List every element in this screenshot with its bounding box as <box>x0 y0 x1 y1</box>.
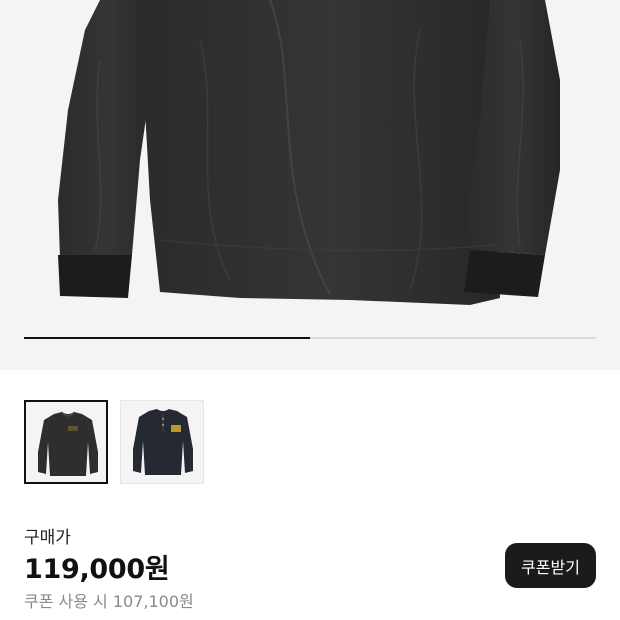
thumbnail-1[interactable] <box>24 400 108 484</box>
coupon-download-button[interactable]: 쿠폰받기 <box>505 543 596 588</box>
coupon-price-text: 쿠폰 사용 시 107,100원 <box>24 592 194 611</box>
price-value: 119,000원 <box>24 554 170 585</box>
image-progress-track <box>24 337 596 339</box>
image-progress-fill <box>24 337 310 339</box>
thumbnail-2-image <box>133 409 193 475</box>
product-image <box>58 0 560 305</box>
thumbnail-list <box>24 400 204 484</box>
thumbnail-1-image <box>38 411 98 476</box>
product-image-carousel[interactable] <box>0 0 620 370</box>
price-label: 구매가 <box>24 528 71 548</box>
thumbnail-2[interactable] <box>120 400 204 484</box>
